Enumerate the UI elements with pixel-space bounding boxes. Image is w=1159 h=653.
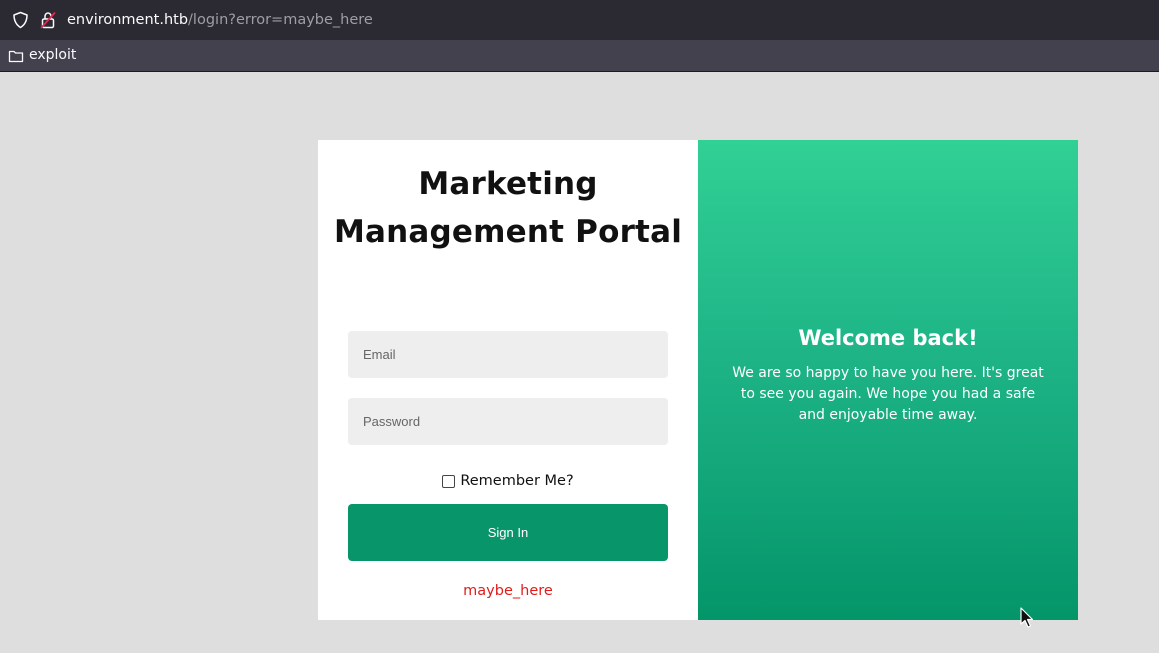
lock-insecure-icon[interactable] [40, 11, 56, 29]
login-form-panel: Marketing Management Portal Remember Me?… [318, 140, 698, 620]
browser-url-bar[interactable]: environment.htb/login?error=maybe_here [0, 0, 1159, 40]
welcome-text: We are so happy to have you here. It's g… [732, 365, 1044, 423]
bookmark-label: exploit [29, 47, 77, 63]
url-path: /login?error=maybe_here [188, 12, 373, 28]
url-text[interactable]: environment.htb/login?error=maybe_here [67, 11, 373, 29]
email-field[interactable] [348, 331, 668, 378]
shield-icon[interactable] [12, 11, 29, 29]
remember-me-row[interactable]: Remember Me? [318, 473, 698, 489]
welcome-title: Welcome back! [798, 326, 978, 350]
bookmark-exploit[interactable]: exploit [8, 47, 76, 64]
page-title: Marketing Management Portal [333, 166, 683, 250]
sign-in-button[interactable]: Sign In [348, 504, 668, 561]
folder-icon [8, 50, 24, 62]
error-message: maybe_here [463, 583, 553, 599]
welcome-panel: Welcome back! We are so happy to have yo… [698, 140, 1078, 620]
login-card: Marketing Management Portal Remember Me?… [318, 140, 1078, 620]
mouse-cursor-icon [1020, 607, 1034, 628]
remember-me-checkbox[interactable] [442, 474, 456, 488]
password-field[interactable] [348, 398, 668, 445]
bookmarks-bar: exploit [0, 40, 1159, 72]
url-host: environment.htb [67, 12, 189, 28]
remember-me-label[interactable]: Remember Me? [460, 473, 573, 489]
